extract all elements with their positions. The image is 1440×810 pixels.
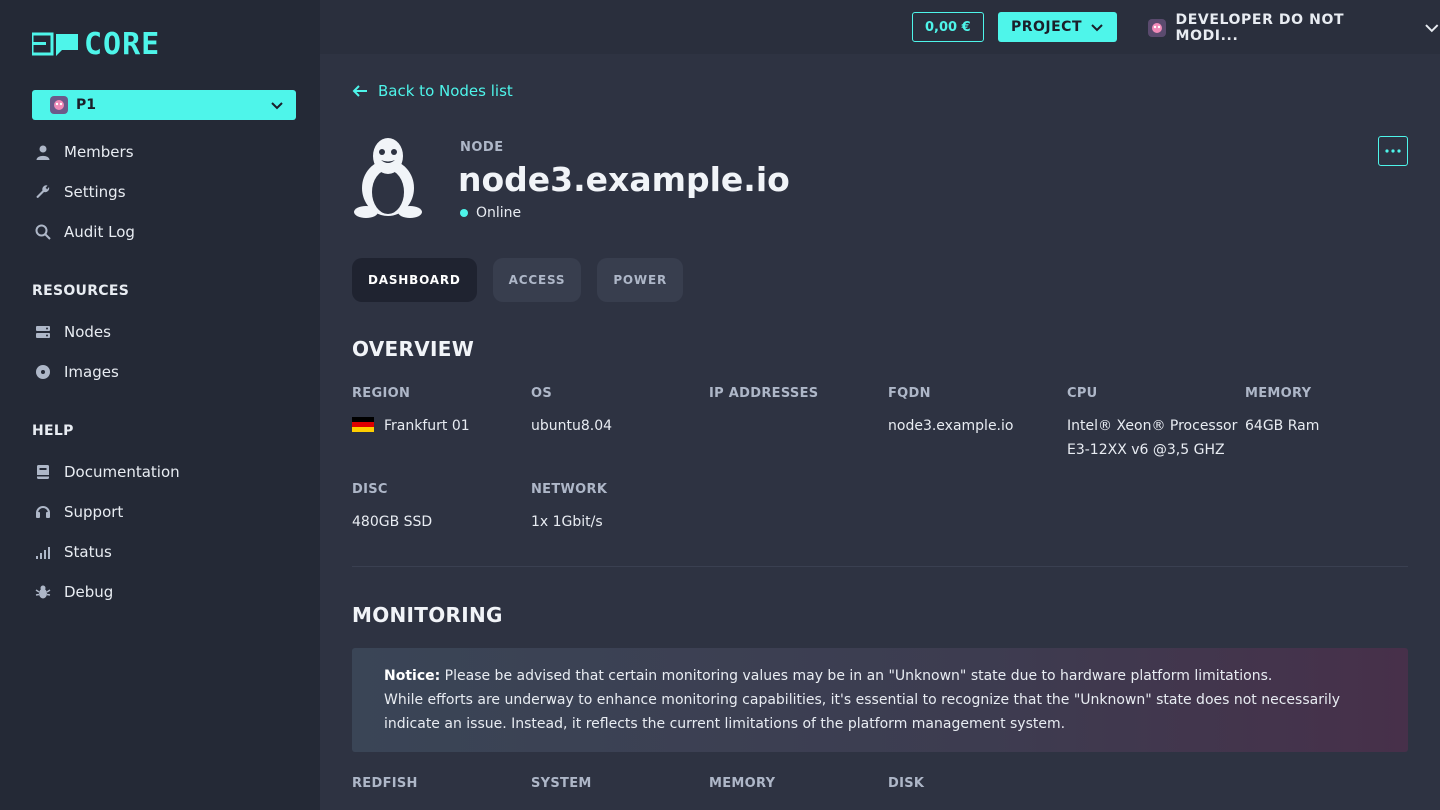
search-icon <box>34 223 52 241</box>
project-name: P1 <box>76 97 97 113</box>
sidebar-item-debug[interactable]: Debug <box>34 581 113 603</box>
back-link-label: Back to Nodes list <box>378 82 513 100</box>
fqdn-value: node3.example.io <box>888 418 1014 434</box>
tab-access[interactable]: ACCESS <box>492 258 582 302</box>
sidebar-item-label: Debug <box>64 583 114 601</box>
cpu-value-line1: Intel® Xeon® Processor <box>1067 418 1238 434</box>
bug-icon <box>34 583 52 601</box>
germany-flag-icon <box>352 417 374 432</box>
fqdn-label: FQDN <box>888 386 931 401</box>
sidebar-item-settings[interactable]: Settings <box>34 181 126 203</box>
sidebar-item-status[interactable]: Status <box>34 541 112 563</box>
linux-penguin-icon <box>354 138 422 218</box>
disc-value: 480GB SSD <box>352 514 433 530</box>
status-text: Online <box>476 205 522 221</box>
monitoring-col-system: SYSTEM <box>531 776 592 791</box>
top-bar: 0,00 € PROJECT DEVELOPER DO NOT MODI... <box>320 0 1440 54</box>
notice-line2: While efforts are underway to enhance mo… <box>384 692 1341 732</box>
sidebar-item-label: Audit Log <box>64 223 135 241</box>
sidebar-item-nodes[interactable]: Nodes <box>34 321 111 343</box>
wrench-icon <box>34 183 52 201</box>
logo[interactable]: CORE <box>32 30 160 60</box>
user-avatar-icon <box>1148 19 1166 37</box>
network-value: 1x 1Gbit/s <box>531 514 603 530</box>
region-label: REGION <box>352 386 411 401</box>
sidebar: CORE P1 Members Settings Audit Log RESOU… <box>0 0 320 810</box>
server-icon <box>34 323 52 341</box>
balance-button[interactable]: 0,00 € <box>912 12 984 42</box>
cpu-label: CPU <box>1067 386 1098 401</box>
sidebar-item-label: Nodes <box>64 323 111 341</box>
headset-icon <box>34 503 52 521</box>
user-icon <box>34 143 52 161</box>
project-menu-label: PROJECT <box>1010 19 1083 35</box>
memory-label: MEMORY <box>1245 386 1312 401</box>
disc-icon <box>34 363 52 381</box>
status-dot-icon <box>460 209 468 217</box>
signal-icon <box>34 543 52 561</box>
overview-title: OVERVIEW <box>352 337 475 361</box>
ip-addresses-label: IP ADDRESSES <box>709 386 819 401</box>
notice-bold: Notice: <box>384 668 441 684</box>
logo-mark-icon <box>32 32 78 56</box>
resources-section-title: RESOURCES <box>32 283 130 299</box>
sidebar-item-label: Support <box>64 503 124 521</box>
sidebar-item-audit-log[interactable]: Audit Log <box>34 221 135 243</box>
user-menu[interactable]: DEVELOPER DO NOT MODI... <box>1148 12 1440 44</box>
sidebar-item-members[interactable]: Members <box>34 141 134 163</box>
more-options-button[interactable] <box>1378 136 1408 166</box>
cpu-value-line2: E3-12XX v6 @3,5 GHZ <box>1067 442 1225 458</box>
arrow-left-icon <box>352 85 367 97</box>
project-menu-button[interactable]: PROJECT <box>998 12 1117 42</box>
memory-value: 64GB Ram <box>1245 418 1320 434</box>
sidebar-item-label: Images <box>64 363 119 381</box>
chevron-down-icon <box>1425 24 1439 33</box>
sidebar-item-label: Documentation <box>64 463 180 481</box>
monitoring-title: MONITORING <box>352 603 503 627</box>
notice-line1: Please be advised that certain monitorin… <box>444 668 1273 684</box>
help-section-title: HELP <box>32 423 74 439</box>
sidebar-item-label: Status <box>64 543 112 561</box>
book-icon <box>34 463 52 481</box>
monitoring-col-disk: DISK <box>888 776 925 791</box>
sidebar-item-images[interactable]: Images <box>34 361 119 383</box>
os-value: ubuntu8.04 <box>531 418 613 434</box>
sidebar-item-documentation[interactable]: Documentation <box>34 461 180 483</box>
monitoring-col-redfish: REDFISH <box>352 776 418 791</box>
sidebar-item-label: Settings <box>64 183 126 201</box>
monitoring-notice: Notice: Please be advised that certain m… <box>352 648 1408 752</box>
disc-label: DISC <box>352 482 388 497</box>
logo-text: CORE <box>84 27 161 62</box>
network-label: NETWORK <box>531 482 608 497</box>
os-label: OS <box>531 386 553 401</box>
sidebar-item-support[interactable]: Support <box>34 501 123 523</box>
sidebar-item-label: Members <box>64 143 134 161</box>
status-badge: Online <box>460 205 521 221</box>
chevron-down-icon <box>1091 24 1103 32</box>
cpu-value: Intel® Xeon® Processor E3-12XX v6 @3,5 G… <box>1067 414 1237 462</box>
user-menu-label: DEVELOPER DO NOT MODI... <box>1175 12 1345 44</box>
project-avatar-icon <box>50 96 68 114</box>
tab-dashboard[interactable]: DASHBOARD <box>352 258 477 302</box>
page-title: node3.example.io <box>458 160 790 199</box>
tab-power[interactable]: POWER <box>597 258 683 302</box>
region-text: Frankfurt 01 <box>384 418 470 434</box>
ellipsis-icon <box>1385 149 1401 153</box>
back-to-nodes-link[interactable]: Back to Nodes list <box>352 82 513 100</box>
monitoring-col-memory: MEMORY <box>709 776 776 791</box>
region-value: Frankfurt 01 <box>352 414 470 438</box>
project-select[interactable]: P1 <box>32 90 296 120</box>
node-type-label: NODE <box>460 140 504 155</box>
chevron-down-icon <box>271 102 283 110</box>
tab-bar: DASHBOARD ACCESS POWER <box>352 258 683 302</box>
section-divider <box>352 566 1408 567</box>
